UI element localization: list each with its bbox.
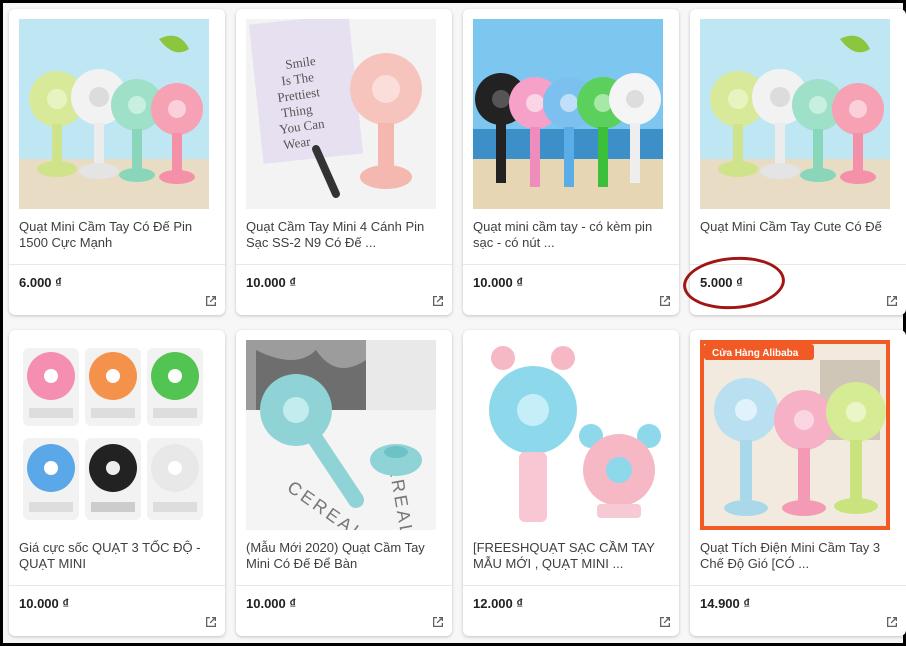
product-image[interactable] xyxy=(473,19,663,209)
product-image[interactable] xyxy=(700,19,890,209)
external-link-icon[interactable] xyxy=(659,295,671,307)
product-title[interactable]: Quạt Mini Cầm Tay Có Đế Pin 1500 Cực Mạn… xyxy=(19,219,215,259)
product-price: 10.000 ₫ xyxy=(246,275,297,290)
product-grid: Quạt Mini Cầm Tay Có Đế Pin 1500 Cực Mạn… xyxy=(7,7,906,645)
external-link-icon[interactable] xyxy=(432,295,444,307)
product-image[interactable]: CEREAL CEREAL xyxy=(246,340,436,530)
store-badge-text: Cửa Hàng Alibaba xyxy=(712,348,799,359)
product-image[interactable] xyxy=(19,19,209,209)
product-card[interactable]: Quạt Mini Cầm Tay Cute Có Đế 5.000 ₫ xyxy=(690,9,906,315)
external-link-icon[interactable] xyxy=(432,616,444,628)
external-link-icon[interactable] xyxy=(205,616,217,628)
product-price: 14.900 ₫ xyxy=(700,596,751,611)
external-link-icon[interactable] xyxy=(886,616,898,628)
product-title[interactable]: Quạt Cầm Tay Mini 4 Cánh Pin Sạc SS-2 N9… xyxy=(246,219,442,259)
product-card[interactable]: Cửa Hàng Alibaba Quạt Tích Điện Mini Cầm… xyxy=(690,330,906,636)
product-card[interactable]: Quạt Mini Cầm Tay Có Đế Pin 1500 Cực Mạn… xyxy=(9,9,225,315)
product-title[interactable]: Giá cực sốc QUẠT 3 TỐC ĐỘ - QUẠT MINI xyxy=(19,540,215,580)
product-price: 10.000 ₫ xyxy=(19,596,70,611)
card-divider xyxy=(463,585,679,586)
product-image[interactable] xyxy=(473,340,663,530)
external-link-icon[interactable] xyxy=(205,295,217,307)
product-card[interactable]: Giá cực sốc QUẠT 3 TỐC ĐỘ - QUẠT MINI 10… xyxy=(9,330,225,636)
product-title[interactable]: (Mẫu Mới 2020) Quạt Cầm Tay Mini Có Đế Đ… xyxy=(246,540,442,580)
product-title[interactable]: Quạt mini cầm tay - có kèm pin sạc - có … xyxy=(473,219,669,259)
product-card[interactable]: Quạt mini cầm tay - có kèm pin sạc - có … xyxy=(463,9,679,315)
product-image[interactable]: Smile Is The Prettiest Thing You Can Wea… xyxy=(246,19,436,209)
product-price: 12.000 ₫ xyxy=(473,596,524,611)
screenshot-frame: Quạt Mini Cầm Tay Có Đế Pin 1500 Cực Mạn… xyxy=(0,0,906,646)
product-title[interactable]: [FREESHQUẠT SẠC CẦM TAY MẪU MỚI , QUẠT M… xyxy=(473,540,669,580)
card-divider xyxy=(9,264,225,265)
card-divider xyxy=(690,585,906,586)
card-divider xyxy=(463,264,679,265)
product-image[interactable] xyxy=(19,340,209,530)
card-divider xyxy=(690,264,906,265)
card-divider xyxy=(9,585,225,586)
product-image[interactable]: Cửa Hàng Alibaba xyxy=(700,340,890,530)
product-card[interactable]: CEREAL CEREAL (Mẫu Mới 2020) Quạt Cầm Ta… xyxy=(236,330,452,636)
external-link-icon[interactable] xyxy=(886,295,898,307)
product-price: 6.000 ₫ xyxy=(19,275,62,290)
product-price: 5.000 ₫ xyxy=(700,275,743,290)
card-divider xyxy=(236,264,452,265)
product-card[interactable]: [FREESHQUẠT SẠC CẦM TAY MẪU MỚI , QUẠT M… xyxy=(463,330,679,636)
card-divider xyxy=(236,585,452,586)
product-price: 10.000 ₫ xyxy=(246,596,297,611)
product-card[interactable]: Smile Is The Prettiest Thing You Can Wea… xyxy=(236,9,452,315)
product-price: 10.000 ₫ xyxy=(473,275,524,290)
external-link-icon[interactable] xyxy=(659,616,671,628)
product-title[interactable]: Quạt Mini Cầm Tay Cute Có Đế xyxy=(700,219,896,259)
product-title[interactable]: Quạt Tích Điện Mini Cầm Tay 3 Chế Độ Gió… xyxy=(700,540,896,580)
